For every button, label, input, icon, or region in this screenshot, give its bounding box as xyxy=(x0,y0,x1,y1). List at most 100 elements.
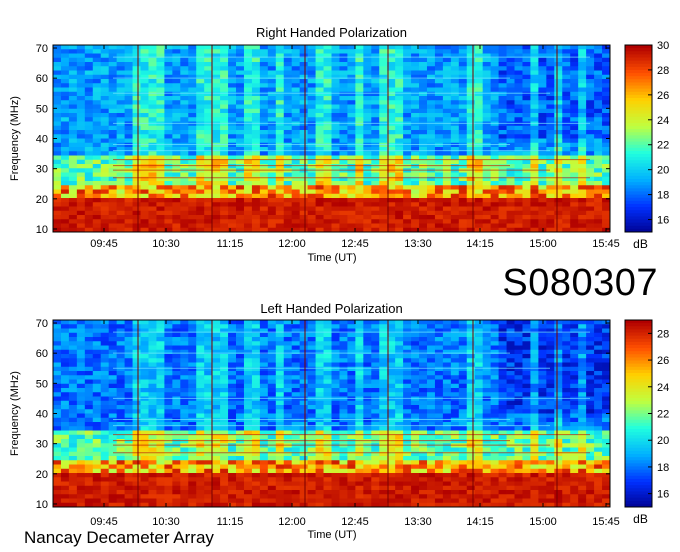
heatmap-cell xyxy=(132,379,141,385)
heatmap-cell xyxy=(323,388,332,393)
heatmap-cell xyxy=(180,219,189,224)
heatmap-cell xyxy=(371,324,380,329)
heatmap-cell xyxy=(148,337,157,342)
heatmap-cell xyxy=(379,91,388,97)
heatmap-cell xyxy=(442,45,452,50)
heatmap-cell xyxy=(498,96,507,101)
heatmap-cell xyxy=(243,96,253,101)
heatmap-cell xyxy=(530,83,539,88)
heatmap-cell xyxy=(132,473,141,478)
heatmap-cell xyxy=(92,417,102,423)
heatmap-cell xyxy=(60,155,70,161)
heatmap-cell xyxy=(562,147,571,152)
x-tick-label: 12:00 xyxy=(278,238,306,250)
heatmap-cell xyxy=(188,91,197,97)
heatmap-cell xyxy=(84,481,94,487)
heatmap-cell xyxy=(220,409,229,414)
heatmap-cell xyxy=(140,366,149,372)
heatmap-cell xyxy=(450,117,460,122)
heatmap-cell xyxy=(307,87,316,93)
heatmap-cell xyxy=(132,113,141,118)
heatmap-cell xyxy=(124,358,133,363)
heatmap-cell xyxy=(180,96,189,101)
heatmap-cell xyxy=(419,45,428,50)
heatmap-cell xyxy=(100,341,110,346)
heatmap-cell xyxy=(379,104,388,110)
heatmap-cell xyxy=(180,134,189,139)
heatmap-cell xyxy=(140,362,149,368)
heatmap-cell xyxy=(172,481,181,487)
heatmap-cell xyxy=(371,210,380,216)
heatmap-cell xyxy=(172,91,181,97)
heatmap-cell xyxy=(204,494,213,499)
heatmap-cell xyxy=(315,164,324,169)
heatmap-cell xyxy=(251,223,261,229)
heatmap-cell xyxy=(323,49,332,54)
heatmap-cell xyxy=(124,79,133,84)
heatmap-cell xyxy=(570,134,579,139)
heatmap-cell xyxy=(228,337,237,342)
heatmap-cell xyxy=(188,138,197,144)
heatmap-cell xyxy=(172,413,181,419)
heatmap-cell xyxy=(53,74,62,80)
heatmap-cell xyxy=(283,210,293,216)
heatmap-cell xyxy=(482,117,492,122)
heatmap-cell xyxy=(108,324,118,329)
heatmap-cell xyxy=(307,79,316,84)
heatmap-cell xyxy=(466,164,476,169)
heatmap-cell xyxy=(92,117,102,122)
heatmap-cell xyxy=(164,392,173,397)
heatmap-cell xyxy=(68,405,78,410)
heatmap-cell xyxy=(522,104,531,110)
heatmap-cell xyxy=(307,66,316,71)
heatmap-cell xyxy=(76,113,86,118)
heatmap-cell xyxy=(68,320,78,325)
heatmap-cell xyxy=(562,181,571,186)
heatmap-cell xyxy=(124,354,133,359)
heatmap-cell xyxy=(506,57,515,63)
heatmap-cell xyxy=(196,460,205,465)
heatmap-cell xyxy=(76,62,86,67)
heatmap-cell xyxy=(92,49,102,54)
heatmap-cell xyxy=(243,447,253,453)
heatmap-cell xyxy=(315,400,324,406)
heatmap-cell xyxy=(92,70,102,76)
heatmap-cell xyxy=(466,104,476,110)
heatmap-cell xyxy=(323,409,332,414)
heatmap-cell xyxy=(355,383,364,389)
heatmap-cell xyxy=(68,83,78,88)
heatmap-cell xyxy=(243,130,253,135)
heatmap-cell xyxy=(275,358,285,363)
heatmap-cell xyxy=(570,164,579,169)
heatmap-cell xyxy=(323,96,332,101)
heatmap-cell xyxy=(204,172,213,178)
heatmap-cell xyxy=(148,490,157,495)
heatmap-cell xyxy=(164,164,173,169)
heatmap-cell xyxy=(315,481,324,487)
heatmap-cell xyxy=(379,159,388,165)
heatmap-cell xyxy=(363,185,372,190)
heatmap-cell xyxy=(419,189,428,195)
heatmap-cell xyxy=(148,223,157,229)
heatmap-cell xyxy=(220,417,229,423)
heatmap-cell xyxy=(331,189,340,195)
heatmap-cell xyxy=(140,223,149,229)
heatmap-cell xyxy=(172,100,181,105)
heatmap-cell xyxy=(339,151,348,156)
heatmap-cell xyxy=(331,66,340,71)
heatmap-cell xyxy=(403,57,412,63)
heatmap-cell xyxy=(220,337,229,342)
heatmap-cell xyxy=(291,138,301,144)
heatmap-cell xyxy=(259,66,269,71)
heatmap-cell xyxy=(331,490,340,495)
heatmap-cell xyxy=(148,117,157,122)
heatmap-cell xyxy=(60,392,70,397)
heatmap-cell xyxy=(140,481,149,487)
heatmap-cell xyxy=(68,125,78,131)
heatmap-cell xyxy=(228,202,237,207)
heatmap-cell xyxy=(60,405,70,410)
heatmap-cell xyxy=(236,108,245,114)
heatmap-cell xyxy=(530,49,539,54)
heatmap-cell xyxy=(466,130,476,135)
heatmap-cell xyxy=(602,142,611,148)
